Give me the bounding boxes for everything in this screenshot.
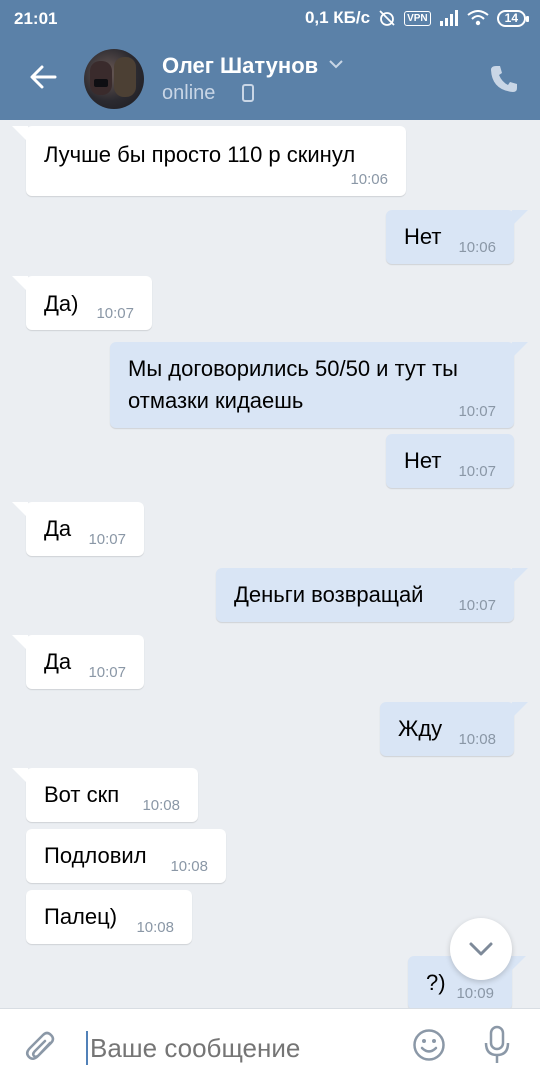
status-time: 21:01 xyxy=(14,9,58,28)
message-time: 10:08 xyxy=(170,858,208,875)
presence-status: online xyxy=(162,82,216,104)
smile-icon[interactable] xyxy=(412,1028,446,1062)
message-text: Мы договорились 50/50 и тут ты xyxy=(128,356,458,381)
message-time: 10:07 xyxy=(458,597,496,614)
incoming-message[interactable]: Да 10:07 xyxy=(12,502,144,556)
bubble-tail xyxy=(12,768,28,784)
avatar[interactable] xyxy=(84,49,144,109)
chevron-down-icon[interactable] xyxy=(328,58,344,70)
vpn-badge: VPN xyxy=(404,10,431,26)
bubble-tail xyxy=(12,126,28,142)
message-time: 10:07 xyxy=(458,403,496,420)
incoming-message[interactable]: Вот скп 10:08 xyxy=(12,768,198,822)
outgoing-message[interactable]: Деньги возвращай 10:07 xyxy=(216,568,528,622)
alarm-off-icon xyxy=(379,10,395,26)
bubble-tail xyxy=(512,342,528,358)
message-time: 10:08 xyxy=(458,731,496,748)
incoming-message[interactable]: Да 10:07 xyxy=(12,635,144,689)
microphone-icon[interactable] xyxy=(482,1025,512,1065)
network-speed: 0,1 КБ/с xyxy=(304,8,371,27)
message-text: Да xyxy=(44,649,72,674)
message-text: Вот скп xyxy=(44,782,120,807)
message-text: Нет xyxy=(404,224,442,249)
outgoing-message[interactable]: Мы договорились 50/50 и тут ты отмазки ки… xyxy=(110,342,528,428)
scroll-to-bottom-button[interactable] xyxy=(450,918,512,980)
status-indicators: 0,1 КБ/с VPN 14 xyxy=(304,8,530,28)
chat-header: 21:01 0,1 КБ/с VPN 14 Олег Шатунов onlin… xyxy=(0,0,540,120)
incoming-message[interactable]: Лучше бы просто 110 р скинул 10:06 xyxy=(12,126,406,196)
message-time: 10:09 xyxy=(456,985,494,1002)
status-bar: 21:01 0,1 КБ/с VPN 14 xyxy=(0,0,540,36)
message-text: ?) xyxy=(426,970,446,995)
bubble-tail xyxy=(12,276,28,292)
message-time: 10:07 xyxy=(96,305,134,322)
message-time: 10:08 xyxy=(142,797,180,814)
contact-name[interactable]: Олег Шатунов xyxy=(162,53,318,79)
bubble-tail xyxy=(512,702,528,718)
message-time: 10:07 xyxy=(88,664,126,681)
message-text: Да) xyxy=(44,291,79,316)
message-text: отмазки кидаешь xyxy=(128,388,304,413)
signal-icon xyxy=(439,10,458,26)
chevron-down-icon xyxy=(469,942,493,956)
bubble-tail xyxy=(510,956,526,972)
incoming-message[interactable]: Да) 10:07 xyxy=(12,276,152,330)
message-text: Деньги возвращай xyxy=(234,582,424,607)
bubble-tail xyxy=(12,502,28,518)
message-composer xyxy=(0,1008,540,1081)
mobile-device-icon xyxy=(242,84,254,102)
incoming-message[interactable]: Подловил 10:08 xyxy=(26,829,226,883)
message-text: Подловил xyxy=(44,843,147,868)
bubble-tail xyxy=(12,635,28,651)
outgoing-message[interactable]: Нет 10:06 xyxy=(386,210,528,264)
message-text: Да xyxy=(44,516,72,541)
message-time: 10:06 xyxy=(458,239,496,256)
incoming-message[interactable]: Палец) 10:08 xyxy=(26,890,192,944)
outgoing-message[interactable]: Нет 10:07 xyxy=(386,434,514,488)
bubble-tail xyxy=(512,568,528,584)
wifi-icon xyxy=(467,10,489,26)
arrow-left-icon[interactable] xyxy=(28,62,58,92)
message-input[interactable] xyxy=(86,1031,390,1065)
outgoing-message[interactable]: Жду 10:08 xyxy=(380,702,528,756)
message-time: 10:08 xyxy=(136,919,174,936)
message-text: Лучше бы просто 110 р скинул xyxy=(44,142,356,167)
paperclip-icon[interactable] xyxy=(24,1029,58,1065)
message-time: 10:06 xyxy=(350,171,388,188)
message-text: Жду xyxy=(398,716,443,741)
message-time: 10:07 xyxy=(88,531,126,548)
message-time: 10:07 xyxy=(458,463,496,480)
bubble-tail xyxy=(512,210,528,226)
message-text: Нет xyxy=(404,448,442,473)
battery-indicator: 14 xyxy=(496,9,530,27)
phone-icon[interactable] xyxy=(488,63,520,95)
message-text: Палец) xyxy=(44,904,118,929)
